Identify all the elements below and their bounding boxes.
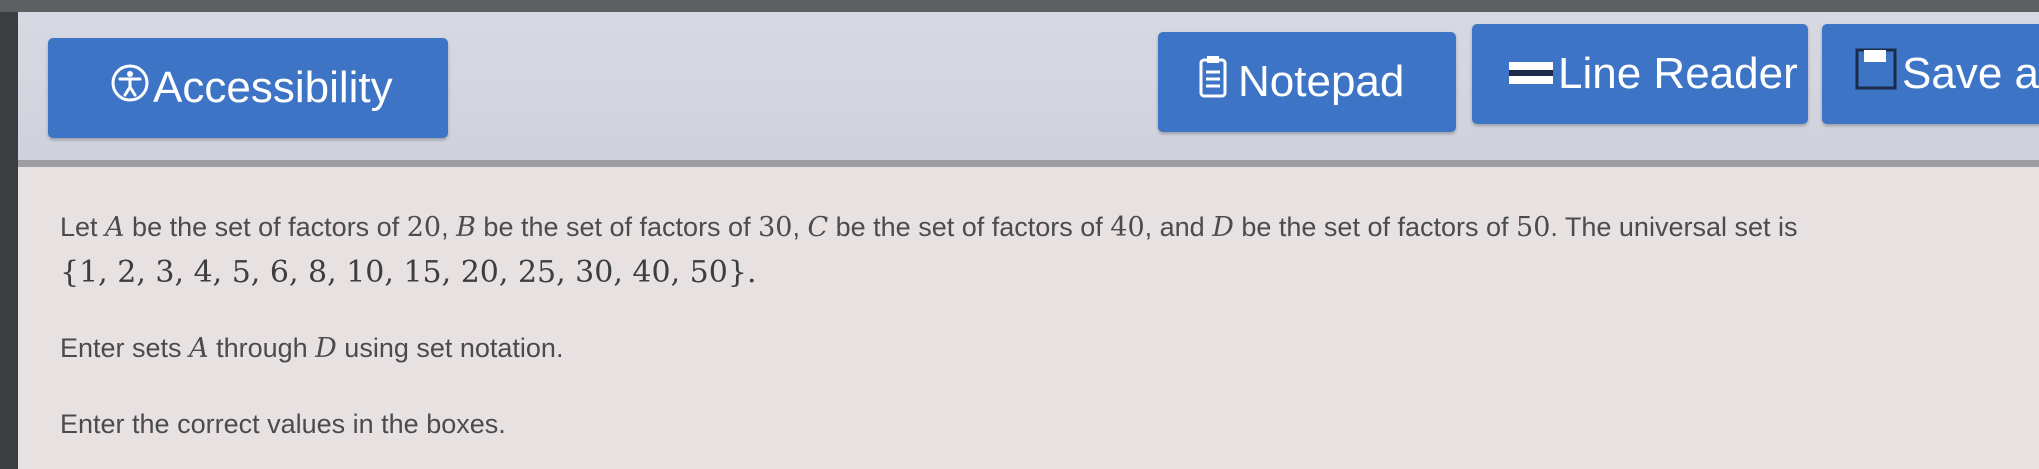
line-reader-button[interactable]: Line Reader	[1472, 24, 1808, 124]
accessibility-label: Accessibility	[153, 63, 393, 112]
intro-text: ,	[441, 212, 457, 242]
instruction-text: using set notation.	[336, 333, 564, 363]
line-reader-label: Line Reader	[1558, 49, 1798, 98]
window-left-edge	[0, 12, 18, 469]
var-a: A	[189, 333, 209, 364]
line-reader-icon	[1508, 49, 1554, 99]
instruction-text: Enter sets	[60, 333, 190, 363]
intro-text: be the set of factors of	[124, 212, 407, 242]
save-icon	[1854, 47, 1898, 102]
window-top-edge	[0, 0, 2039, 12]
var-d: D	[1212, 212, 1234, 243]
number-40: 40	[1110, 212, 1145, 243]
var-d: D	[315, 333, 337, 364]
question-intro: Let A be the set of factors of 20, B be …	[60, 212, 1798, 243]
intro-text: Let	[60, 212, 106, 242]
var-a: A	[105, 212, 125, 243]
save-button[interactable]: Save a	[1822, 24, 2039, 124]
number-20: 20	[406, 212, 442, 243]
boxes-instruction: Enter the correct values in the boxes.	[60, 409, 506, 439]
toolbar-divider	[18, 160, 2039, 167]
number-30: 30	[758, 212, 793, 243]
set-notation-instruction: Enter sets A through D using set notatio…	[60, 333, 563, 364]
toolbar: Accessibility Notepad Line Reader Save a	[18, 12, 2039, 160]
notepad-icon	[1198, 55, 1228, 110]
save-label: Save a	[1902, 49, 2039, 98]
intro-text: be the set of factors of	[1233, 212, 1517, 242]
universal-set: {1, 2, 3, 4, 5, 6, 8, 10, 15, 20, 25, 30…	[60, 255, 757, 290]
var-b: B	[456, 212, 476, 243]
accessibility-icon	[110, 63, 150, 114]
accessibility-button[interactable]: Accessibility	[48, 38, 448, 138]
intro-text: . The universal set is	[1550, 212, 1798, 242]
intro-text: be the set of factors of	[475, 212, 759, 242]
intro-text: , and	[1144, 212, 1213, 242]
notepad-button[interactable]: Notepad	[1158, 32, 1456, 132]
instruction-text: through	[208, 333, 316, 363]
intro-text: be the set of factors of	[828, 212, 1111, 242]
number-50: 50	[1516, 212, 1551, 243]
notepad-label: Notepad	[1238, 57, 1405, 106]
intro-text: ,	[792, 212, 808, 242]
var-c: C	[807, 212, 829, 243]
